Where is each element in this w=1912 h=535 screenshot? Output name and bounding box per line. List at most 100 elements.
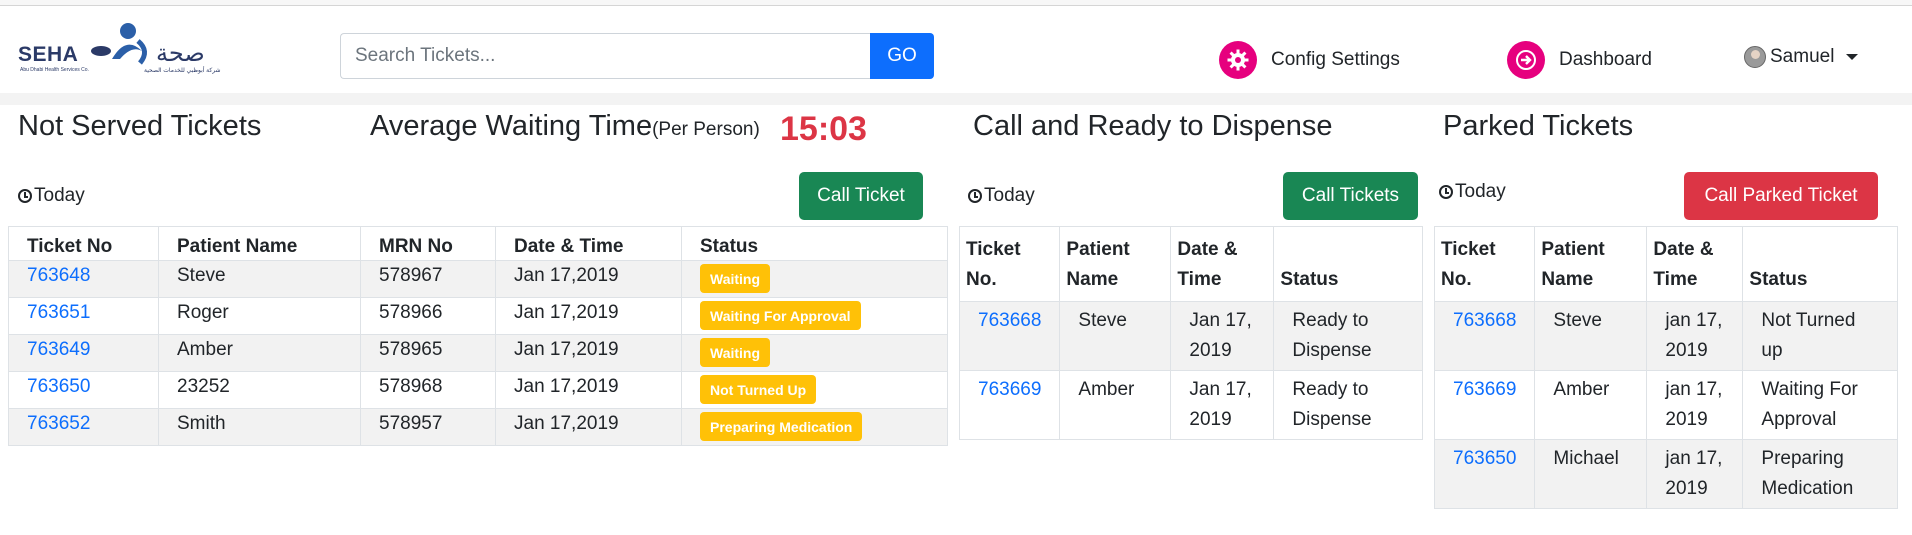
ticket-link[interactable]: 763650	[1453, 448, 1516, 469]
table-row: 763649 Amber 578965 Jan 17,2019 Waiting	[8, 334, 948, 372]
ticket-link[interactable]: 763652	[27, 413, 90, 434]
status-text: Preparing Medication	[1742, 439, 1898, 509]
patient-name: Amber	[1534, 370, 1648, 440]
patient-name: Amber	[158, 334, 361, 372]
status-badge: Not Turned Up	[700, 375, 817, 404]
user-name: Samuel	[1770, 46, 1835, 67]
avatar	[1744, 46, 1766, 68]
top-navbar: صحة SEHA Abu Dhabi Health Services Co. ش…	[0, 7, 1912, 93]
ready-dispense-table: Ticket No. Patient Name Date & Time Stat…	[958, 226, 1423, 440]
status-badge: Preparing Medication	[700, 412, 863, 441]
column-header: Status	[681, 226, 948, 261]
search-go-button[interactable]: GO	[870, 33, 934, 79]
not-served-title: Not Served Tickets	[18, 110, 262, 142]
ticket-link[interactable]: 763669	[1453, 379, 1516, 400]
date-time: jan 17, 2019	[1646, 370, 1744, 440]
column-header: Patient Name	[1534, 226, 1648, 302]
patient-name: Amber	[1059, 370, 1172, 440]
status-text: Not Turned up	[1742, 301, 1898, 371]
column-header: Patient Name	[158, 226, 361, 261]
avg-waiting-value: 15:03	[780, 110, 867, 148]
column-header: Status	[1273, 226, 1423, 302]
seha-logo[interactable]: صحة SEHA Abu Dhabi Health Services Co. ش…	[16, 21, 236, 81]
filter-label: Today	[1455, 181, 1506, 202]
ticket-link[interactable]: 763648	[27, 265, 90, 286]
search-input[interactable]	[340, 33, 870, 79]
filter-label: Today	[34, 185, 85, 206]
table-row: 763652 Smith 578957 Jan 17,2019 Preparin…	[8, 408, 948, 446]
table-row: 763648 Steve 578967 Jan 17,2019 Waiting	[8, 260, 948, 298]
avg-waiting-subtitle: (Per Person)	[652, 119, 760, 140]
date-time: Jan 17, 2019	[1170, 370, 1275, 440]
ticket-link[interactable]: 763651	[27, 302, 90, 323]
status-badge: Waiting	[700, 264, 771, 293]
logo-subtitle-ar: شركة أبوظبي للخدمات الصحية	[144, 68, 221, 74]
logo-subtitle-en: Abu Dhabi Health Services Co.	[20, 67, 89, 73]
patient-name: 23252	[158, 371, 361, 409]
clock-icon	[1439, 185, 1453, 199]
avg-waiting-label: Average Waiting Time	[370, 110, 653, 142]
table-row: 763668 Steve Jan 17, 2019 Ready to Dispe…	[958, 301, 1423, 371]
status-badge: Waiting For Approval	[700, 301, 861, 330]
gear-icon	[1219, 41, 1257, 79]
ready-filter-today[interactable]: Today	[968, 185, 1035, 207]
date-time: Jan 17,2019	[495, 334, 682, 372]
call-parked-ticket-button[interactable]: Call Parked Ticket	[1684, 172, 1878, 220]
clock-icon	[968, 189, 982, 203]
column-header: Ticket No	[8, 226, 159, 261]
ticket-link[interactable]: 763650	[27, 376, 90, 397]
patient-name: Roger	[158, 297, 361, 335]
table-header-row: Ticket No Patient Name MRN No Date & Tim…	[8, 226, 948, 261]
patient-name: Steve	[158, 260, 361, 298]
status-text: Ready to Dispense	[1273, 370, 1423, 440]
dashboard-link[interactable]: Dashboard	[1507, 41, 1652, 79]
user-menu[interactable]: Samuel	[1744, 46, 1859, 68]
config-settings-label: Config Settings	[1271, 49, 1400, 70]
header-divider	[0, 93, 1912, 105]
table-header-row: Ticket No. Patient Name Date & Time Stat…	[1433, 226, 1898, 302]
table-row: 763669 Amber jan 17, 2019 Waiting For Ap…	[1433, 370, 1898, 440]
status-text: Ready to Dispense	[1273, 301, 1423, 371]
call-tickets-button[interactable]: Call Tickets	[1283, 172, 1418, 220]
table-row: 763650 Michael jan 17, 2019 Preparing Me…	[1433, 439, 1898, 509]
patient-name: Michael	[1534, 439, 1648, 509]
dashboard-label: Dashboard	[1559, 49, 1652, 70]
ticket-link[interactable]: 763668	[1453, 310, 1516, 331]
chevron-down-icon	[1846, 54, 1859, 60]
column-header: Patient Name	[1059, 226, 1172, 302]
date-time: Jan 17,2019	[495, 371, 682, 409]
column-header: Ticket No.	[1433, 226, 1536, 302]
date-time: Jan 17,2019	[495, 408, 682, 446]
search-bar: GO	[340, 33, 934, 79]
parked-tickets-title: Parked Tickets	[1443, 110, 1634, 142]
config-settings-link[interactable]: Config Settings	[1219, 41, 1400, 79]
parked-filter-today[interactable]: Today	[1439, 181, 1506, 203]
avg-waiting-title: Average Waiting Time(Per Person)	[370, 110, 760, 143]
not-served-filter-today[interactable]: Today	[18, 185, 85, 207]
mrn-no: 578965	[360, 334, 496, 372]
patient-name: Steve	[1534, 301, 1648, 371]
parked-tickets-table: Ticket No. Patient Name Date & Time Stat…	[1433, 226, 1898, 509]
browser-top-edge	[0, 0, 1912, 6]
status-text: Waiting For Approval	[1742, 370, 1898, 440]
column-header: Status	[1742, 226, 1898, 302]
logo-text: SEHA	[18, 43, 79, 66]
mrn-no: 578967	[360, 260, 496, 298]
mrn-no: 578957	[360, 408, 496, 446]
column-header: Ticket No.	[958, 226, 1061, 302]
table-header-row: Ticket No. Patient Name Date & Time Stat…	[958, 226, 1423, 302]
ticket-link[interactable]: 763668	[978, 310, 1041, 331]
date-time: Jan 17,2019	[495, 297, 682, 335]
status-badge: Waiting	[700, 338, 771, 367]
svg-text:صحة: صحة	[156, 39, 205, 67]
arrow-right-circle-icon	[1507, 41, 1545, 79]
ready-dispense-title: Call and Ready to Dispense	[973, 110, 1333, 142]
ticket-link[interactable]: 763669	[978, 379, 1041, 400]
filter-label: Today	[984, 185, 1035, 206]
ticket-link[interactable]: 763649	[27, 339, 90, 360]
date-time: jan 17, 2019	[1646, 439, 1744, 509]
table-row: 763651 Roger 578966 Jan 17,2019 Waiting …	[8, 297, 948, 335]
table-row: 763650 23252 578968 Jan 17,2019 Not Turn…	[8, 371, 948, 409]
mrn-no: 578966	[360, 297, 496, 335]
call-ticket-button[interactable]: Call Ticket	[799, 172, 923, 220]
